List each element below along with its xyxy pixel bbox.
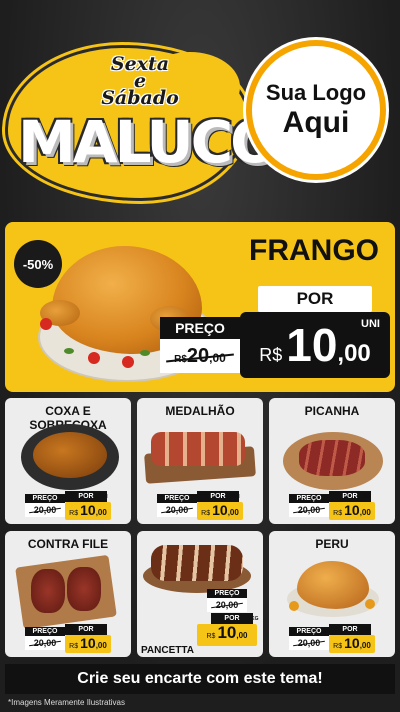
new-price: R$ 10 ,00 (65, 635, 111, 653)
product-price: PREÇO 20,00 POR R$ 10 ,00 KG (197, 589, 261, 649)
preco-label: PREÇO (25, 627, 65, 636)
old-price: 20,00 (289, 636, 329, 650)
herb-garnish (64, 348, 74, 354)
price-unit: KG (363, 494, 371, 500)
new-price-currency: R$ (201, 510, 211, 517)
product-price: PREÇO 20,00 POR R$ 10 ,00 KG (25, 624, 115, 653)
new-price-currency: R$ (333, 643, 343, 650)
tomato-garnish (40, 318, 52, 330)
preco-label: PREÇO (25, 494, 65, 503)
new-price-decimal: ,00 (227, 508, 239, 517)
price-unit: UNI (99, 494, 108, 500)
call-to-action-banner[interactable]: Crie seu encarte com este tema! (5, 664, 395, 694)
new-price-integer: 10 (80, 502, 96, 518)
new-price-currency: R$ (259, 345, 283, 365)
new-price-decimal: ,00 (359, 641, 371, 650)
new-price: R$ 10 ,00 (329, 502, 375, 520)
medallion-skewers-image (151, 432, 245, 466)
chicken-thigh-image (33, 432, 107, 478)
product-card: COXA E SOBRECOXA PREÇO 20,00 POR R$ 10 ,… (5, 398, 131, 524)
preco-label: PREÇO (157, 494, 197, 503)
tomato-garnish (122, 356, 134, 368)
new-price: R$ 10 ,00 (329, 635, 375, 653)
new-price-currency: R$ (333, 510, 343, 517)
flyer-page: Sexta e Sábado MALUCO Sua Logo Aqui -50%… (0, 0, 400, 712)
herb-garnish (140, 350, 150, 356)
featured-product-name: FRANGO (249, 234, 379, 267)
disclaimer-text: *Imagens Meramente Ilustrativas (8, 698, 125, 707)
subtitle-line-3: Sábado (101, 87, 179, 109)
logo-placeholder: Sua Logo Aqui (246, 40, 386, 180)
roast-turkey-image (297, 561, 369, 609)
old-price: 20,00 (157, 503, 197, 517)
featured-preco-label: PREÇO (160, 317, 240, 339)
product-name: PANCETTA (141, 645, 194, 656)
new-price: R$ 10 ,00 (197, 502, 243, 520)
new-price-decimal: ,00 (337, 340, 371, 367)
new-price-integer: 10 (344, 502, 360, 518)
old-price: 20,00 (25, 503, 65, 517)
event-title: MALUCO (18, 108, 279, 176)
new-price-currency: R$ (206, 633, 216, 640)
product-price: PREÇO 20,00 POR R$ 10 ,00 UNI (25, 491, 115, 520)
new-price-currency: R$ (69, 510, 79, 517)
header: Sexta e Sábado MALUCO Sua Logo Aqui (0, 0, 400, 215)
preco-label: PREÇO (207, 589, 247, 598)
product-name: PICANHA (304, 404, 360, 418)
event-subtitle: Sexta e Sábado (85, 55, 195, 109)
new-price-integer: 10 (80, 635, 96, 651)
new-price-integer: 10 (286, 319, 338, 371)
new-price: R$ 10 ,00 (65, 502, 111, 520)
product-card: PERU PREÇO 20,00 POR R$ 10 ,00 KG (269, 531, 395, 657)
price-unit: KG (363, 627, 371, 633)
orange-garnish (289, 601, 299, 611)
featured-new-price: R$ 10 ,00 UNI (240, 312, 390, 378)
steak-image (67, 567, 101, 611)
new-price-decimal: ,00 (95, 641, 107, 650)
sliced-picanha-image (299, 440, 365, 476)
product-card: PREÇO 20,00 POR R$ 10 ,00 KG PANCETTA (137, 531, 263, 657)
featured-por-label: POR (258, 286, 372, 312)
product-price: PREÇO 20,00 POR R$ 10 ,00 KG (289, 624, 379, 653)
discount-badge: -50% (14, 240, 62, 288)
product-name: PERU (315, 537, 349, 551)
orange-garnish (365, 599, 375, 609)
new-price-currency: R$ (69, 643, 79, 650)
product-name: CONTRA FILE (27, 537, 109, 551)
steak-image (31, 569, 65, 613)
preco-label: PREÇO (289, 627, 329, 636)
new-price-integer: 10 (344, 635, 360, 651)
featured-old-price: R$ 20 ,00 (160, 339, 240, 373)
new-price: R$ 10 ,00 (197, 624, 257, 646)
price-unit: UNI (361, 318, 380, 330)
old-price: 20,00 (25, 636, 65, 650)
old-price-decimal: ,00 (209, 351, 226, 365)
new-price-decimal: ,00 (236, 631, 248, 640)
pancetta-image (151, 545, 243, 581)
new-price-decimal: ,00 (359, 508, 371, 517)
new-price-decimal: ,00 (95, 508, 107, 517)
product-name: MEDALHÃO (165, 404, 235, 418)
old-price: 20,00 (289, 503, 329, 517)
new-price-integer: 10 (212, 502, 228, 518)
product-price: PREÇO 20,00 POR R$ 10 ,00 KG (289, 491, 379, 520)
tomato-garnish (88, 352, 100, 364)
preco-label: PREÇO (289, 494, 329, 503)
old-price: 20,00 (207, 598, 247, 612)
logo-line-1: Sua Logo (265, 80, 367, 105)
product-price: PREÇO 20,00 POR R$ 10 ,00 UNI (157, 491, 247, 520)
product-card: MEDALHÃO PREÇO 20,00 POR R$ 10 ,00 UNI (137, 398, 263, 524)
product-card: PICANHA PREÇO 20,00 POR R$ 10 ,00 KG (269, 398, 395, 524)
product-card: CONTRA FILE PREÇO 20,00 POR R$ 10 ,00 KG (5, 531, 131, 657)
price-unit: UNI (231, 494, 240, 500)
new-price-integer: 10 (217, 623, 237, 642)
logo-line-2: Aqui (282, 106, 350, 139)
price-unit: KG (251, 616, 259, 622)
price-unit: KG (99, 627, 107, 633)
